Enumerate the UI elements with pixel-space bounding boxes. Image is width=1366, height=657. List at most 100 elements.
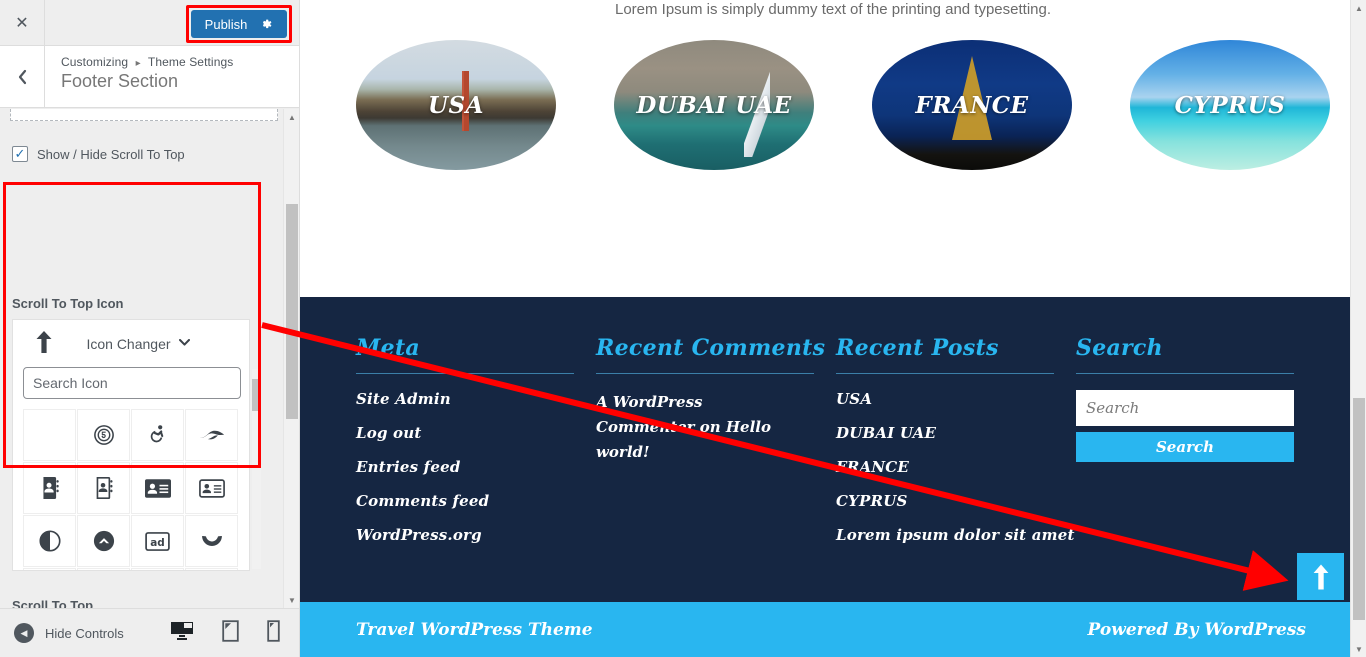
adjust-icon[interactable] [23,515,76,567]
preview-scrollbar-thumb[interactable] [1353,398,1365,620]
recent-post-usa[interactable]: USA [836,390,872,408]
preview-scrollbar-up-arrow-icon[interactable]: ▲ [1351,0,1366,16]
site-footer: Meta Site Admin Log out Entries feed Com… [300,297,1366,602]
accusoft-icon[interactable] [185,409,238,461]
address-book-regular-icon[interactable] [77,462,130,514]
list-item: Site Admin [356,390,596,409]
back-chevron-icon[interactable] [0,46,45,107]
svg-text:ad: ad [150,536,165,548]
ad-icon[interactable]: ad [131,515,184,567]
footer-widget-title: Search [1076,335,1316,361]
list-item: Entries feed [356,458,596,477]
customizer-sidebar: Publish Customizing ▸ Them [0,0,300,657]
publish-button-label: Publish [205,17,248,32]
hide-controls-button[interactable]: ◀ Hide Controls [14,623,124,643]
icon-changer-toggle[interactable]: Icon Changer [13,320,249,367]
tablet-icon[interactable] [222,620,239,647]
meta-link-wordpress-org[interactable]: WordPress.org [356,526,482,544]
adn-icon[interactable] [185,515,238,567]
recent-post-lorem-ipsum[interactable]: Lorem ipsum dolor sit amet [836,526,1075,544]
recent-post-dubai-uae[interactable]: DUBAI UAE [836,424,936,442]
customizer-scrollbar-thumb[interactable] [286,204,298,419]
destination-cyprus[interactable]: CYPRUS [1130,40,1330,170]
recent-comment-entry[interactable]: A WordPress Commenter on Hello world! [596,390,806,465]
destination-caption: USA [428,92,484,119]
destination-caption: DUBAI UAE [636,92,791,119]
chevron-circle-up-icon[interactable] [77,515,130,567]
list-item: Lorem ipsum dolor sit amet [836,526,1076,545]
footer-widget-meta: Meta Site Admin Log out Entries feed Com… [356,335,596,560]
icon-list-scrollbar-thumb[interactable] [252,379,261,411]
list-item: CYPRUS [836,492,1076,511]
preview-scrollbar[interactable]: ▲ ▼ [1350,0,1366,657]
desktop-icon[interactable] [170,621,194,646]
list-item: USA [836,390,1076,409]
recent-posts-list: USA DUBAI UAE FRANCE CYPRUS Lorem ipsum … [836,390,1076,545]
500px-icon[interactable] [77,409,130,461]
close-icon[interactable] [0,0,45,45]
destination-dubai[interactable]: DUBAI UAE [614,40,814,170]
breadcrumb-separator-icon: ▸ [136,58,141,69]
recent-post-france[interactable]: FRANCE [836,458,909,476]
icon-list-scrollbar[interactable] [252,369,261,569]
scrollbar-up-arrow-icon[interactable]: ▲ [284,109,300,125]
arrow-up-icon [27,331,61,357]
show-hide-checkbox[interactable]: ✓ [12,146,28,162]
hide-controls-label: Hide Controls [45,626,124,641]
recent-post-cyprus[interactable]: CYPRUS [836,492,908,510]
icon-cell-row4-c[interactable] [131,568,184,571]
customizer-controls-pane: ✓ Show / Hide Scroll To Top Scroll To To… [0,109,300,608]
show-hide-checkbox-label: Show / Hide Scroll To Top [37,147,185,162]
address-card-solid-icon[interactable] [131,462,184,514]
customizer-section-header: Customizing ▸ Theme Settings Footer Sect… [0,46,300,108]
address-card-regular-icon[interactable] [185,462,238,514]
customizer-scrollbar[interactable]: ▲ ▼ [283,109,299,608]
preview-tagline: Lorem Ipsum is simply dummy text of the … [300,0,1366,20]
icon-cell-blank[interactable] [23,409,76,461]
footer-widget-recent-comments: Recent Comments A WordPress Commenter on… [596,335,836,560]
icon-cell-row4-a[interactable] [23,568,76,571]
meta-link-entries-feed[interactable]: Entries feed [356,458,461,476]
mobile-icon[interactable] [267,620,280,647]
publish-highlight-box: Publish [186,5,292,43]
scrollbar-down-arrow-icon[interactable]: ▼ [284,592,300,608]
destination-france[interactable]: FRANCE [872,40,1072,170]
breadcrumb-root[interactable]: Customizing [61,55,128,69]
breadcrumb: Customizing ▸ Theme Settings [61,55,233,69]
list-item: FRANCE [836,458,1076,477]
list-item: DUBAI UAE [836,424,1076,443]
site-preview: Lorem Ipsum is simply dummy text of the … [300,0,1366,657]
footer-credit-right[interactable]: Powered By WordPress [1088,620,1306,640]
footer-widget-search: Search Search [1076,335,1316,560]
breadcrumb-parent[interactable]: Theme Settings [148,55,233,69]
destination-list: USA DUBAI UAE FRANCE CYPRUS [300,20,1366,170]
footer-search-button[interactable]: Search [1076,432,1294,462]
meta-link-log-out[interactable]: Log out [356,424,422,442]
publish-button[interactable]: Publish [191,10,287,38]
footer-widget-title: Recent Posts [836,335,1076,361]
meta-link-comments-feed[interactable]: Comments feed [356,492,489,510]
icon-changer-label: Icon Changer [86,336,170,352]
show-hide-scroll-to-top-control[interactable]: ✓ Show / Hide Scroll To Top [12,146,185,162]
icon-cell-row4-d[interactable] [185,568,238,571]
device-preview-buttons [170,620,280,647]
icon-changer-label-wrap: Icon Changer [61,336,235,352]
destination-caption: CYPRUS [1175,92,1286,119]
address-book-solid-icon[interactable] [23,462,76,514]
page-title: Footer Section [61,71,233,92]
footer-widget-rule [356,373,574,374]
footer-search-input[interactable] [1076,390,1294,426]
icon-picker-panel: Icon Changer [12,319,250,571]
customizer-header: Publish [0,0,300,46]
list-item: Log out [356,424,596,443]
scroll-to-top-button[interactable] [1297,553,1344,600]
accessible-icon[interactable] [131,409,184,461]
destination-usa[interactable]: USA [356,40,556,170]
search-icon-input[interactable] [23,367,241,399]
preview-scrollbar-down-arrow-icon[interactable]: ▼ [1351,641,1366,657]
gear-icon[interactable] [259,17,273,31]
icon-grid: ad [23,409,249,571]
chevron-down-icon [179,338,190,349]
meta-link-site-admin[interactable]: Site Admin [356,390,451,408]
icon-cell-row4-b[interactable] [77,568,130,571]
